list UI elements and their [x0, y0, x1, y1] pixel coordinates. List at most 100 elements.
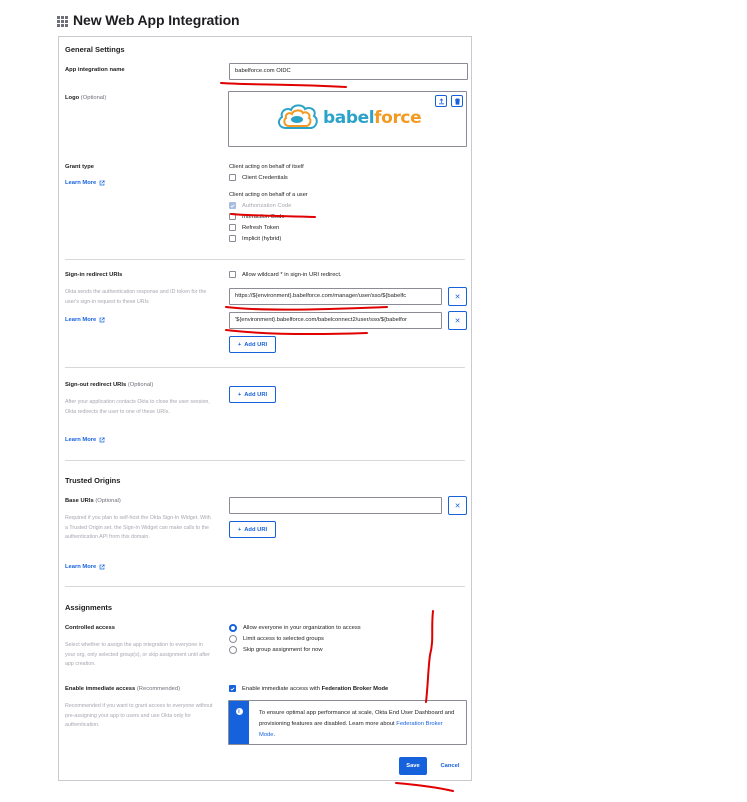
assign-skip-radio[interactable]: Skip group assignment for now [229, 646, 323, 654]
base-uris-label: Base URIs (Optional) [65, 498, 121, 504]
cancel-button[interactable]: Cancel [436, 757, 464, 775]
radio[interactable] [229, 646, 237, 654]
checkbox[interactable] [229, 224, 236, 231]
external-link-icon [99, 317, 105, 323]
upload-icon [438, 97, 444, 104]
divider [65, 367, 465, 368]
assign-everyone-label: Allow everyone in your organization to a… [243, 625, 361, 631]
save-button[interactable]: Save [399, 757, 427, 775]
base-uri-input[interactable] [229, 497, 442, 514]
checkbox[interactable] [229, 213, 236, 220]
annotation-underline-save [395, 782, 454, 792]
grant-refresh-token[interactable]: Refresh Token [229, 224, 279, 231]
trusted-origins-title: Trusted Origins [65, 476, 121, 485]
wildcard-label: Allow wildcard * in sign-in URI redirect… [242, 271, 342, 278]
callout-end: . [273, 732, 276, 738]
trusted-learn-more-text: Learn More [65, 564, 97, 570]
immediate-access-label-text: Enable immediate access [65, 686, 136, 692]
assign-skip-label: Skip group assignment for now [243, 647, 323, 653]
grant-type-label: Grant type [65, 164, 94, 170]
plus-icon: + [237, 526, 242, 533]
app-name-input[interactable]: babelforce.com OIDC [229, 63, 468, 80]
grant-client-credentials[interactable]: Client Credentials [229, 174, 288, 181]
base-uris-label-text: Base URIs [65, 498, 94, 504]
info-icon: i [235, 708, 243, 715]
remove-uri-button[interactable]: ✕ [448, 311, 467, 330]
brand-part-2: force [374, 108, 422, 128]
grant-learn-more-text: Learn More [65, 180, 97, 186]
signout-optional: (Optional) [127, 382, 154, 388]
grant-refresh-token-label: Refresh Token [242, 224, 280, 231]
add-base-uri-label: Add URI [244, 526, 268, 533]
grant-self-heading: Client acting on behalf of itself [229, 164, 304, 170]
callout-message: To ensure optimal app performance at sca… [259, 708, 458, 741]
grant-learn-more-link[interactable]: Learn More [65, 180, 105, 186]
assign-groups-radio[interactable]: Limit access to selected groups [229, 635, 324, 643]
grant-authorization-code: Authorization Code [229, 202, 291, 209]
trusted-learn-more-link[interactable]: Learn More [65, 564, 105, 570]
signin-uri-input-2[interactable]: '${environment}.babelforce.com/babelconn… [229, 312, 442, 329]
immediate-access-checkbox[interactable]: Enable immediate access with Federation … [229, 685, 388, 692]
controlled-access-help: Select whether to assign the app integra… [65, 642, 210, 667]
close-icon: ✕ [454, 502, 461, 510]
checkbox[interactable] [229, 235, 236, 242]
babelforce-cloud-icon [277, 104, 318, 129]
immediate-access-label: Enable immediate access (Recommended) [65, 686, 180, 692]
immediate-access-help: Recommended if you want to grant access … [65, 703, 213, 728]
base-uris-optional: (Optional) [95, 498, 121, 504]
plus-icon: + [237, 391, 242, 398]
checkbox-checked [229, 202, 236, 209]
immediate-access-recommended: (Recommended) [136, 686, 181, 692]
signout-redirect-label: Sign-out redirect URIs (Optional) [65, 382, 153, 388]
controlled-access-label: Controlled access [65, 625, 115, 631]
grant-implicit-hybrid[interactable]: Implicit (hybrid) [229, 235, 281, 242]
upload-logo-button[interactable] [435, 95, 447, 107]
brand-part-1: babel [323, 108, 375, 128]
callout-bar: i [229, 701, 249, 744]
checkbox[interactable] [229, 271, 236, 278]
general-settings-title: General Settings [65, 45, 125, 54]
signout-learn-more-text: Learn More [65, 437, 97, 443]
delete-logo-button[interactable] [451, 95, 463, 107]
grant-interaction-code[interactable]: Interaction Code [229, 213, 285, 220]
base-uris-help: Required if you plan to self-host the Ok… [65, 515, 211, 540]
logo-label-text: Logo [65, 95, 80, 101]
remove-uri-button[interactable]: ✕ [448, 287, 467, 306]
add-base-uri-button[interactable]: + Add URI [229, 521, 276, 538]
assignments-title: Assignments [65, 603, 113, 612]
grant-authorization-code-label: Authorization Code [242, 202, 292, 209]
check-icon [230, 204, 235, 208]
add-signout-uri-label: Add URI [244, 391, 268, 398]
add-signout-uri-button[interactable]: + Add URI [229, 386, 276, 403]
signin-uri-input-1[interactable]: https://${environment}.babelforce.com/ma… [229, 288, 442, 305]
logo-label: Logo (Optional) [65, 95, 106, 101]
babelforce-logo: babelforce [276, 103, 422, 133]
assign-groups-label: Limit access to selected groups [243, 636, 324, 642]
plus-icon: + [237, 341, 242, 348]
add-signin-uri-button[interactable]: + Add URI [229, 336, 276, 353]
divider [65, 259, 465, 260]
radio[interactable] [229, 635, 237, 643]
signin-learn-more-link[interactable]: Learn More [65, 317, 105, 323]
checkbox[interactable] [229, 174, 236, 181]
checkbox-checked[interactable] [229, 685, 236, 692]
integration-form: General Settings App integration name ba… [58, 36, 472, 781]
external-link-icon [99, 564, 105, 570]
remove-base-uri-button[interactable]: ✕ [448, 496, 467, 515]
federation-broker-callout: i To ensure optimal app performance at s… [228, 700, 467, 745]
immediate-check-bold: Federation Broker Mode [321, 685, 389, 692]
radio-selected[interactable] [229, 624, 237, 632]
logo-upload-area[interactable]: babelforce [228, 91, 467, 147]
logo-optional: (Optional) [80, 95, 107, 101]
signout-redirect-label-text: Sign-out redirect URIs [65, 382, 127, 388]
close-icon: ✕ [454, 293, 461, 301]
add-signin-uri-label: Add URI [244, 341, 268, 348]
signin-redirect-label: Sign-in redirect URIs [65, 272, 123, 278]
close-icon: ✕ [454, 317, 461, 325]
signout-learn-more-link[interactable]: Learn More [65, 437, 105, 443]
external-link-icon [99, 437, 105, 443]
wildcard-checkbox[interactable]: Allow wildcard * in sign-in URI redirect… [229, 271, 342, 278]
assign-everyone-radio[interactable]: Allow everyone in your organization to a… [229, 624, 361, 632]
grant-client-credentials-label: Client Credentials [242, 174, 288, 181]
page-header: New Web App Integration [57, 12, 240, 28]
